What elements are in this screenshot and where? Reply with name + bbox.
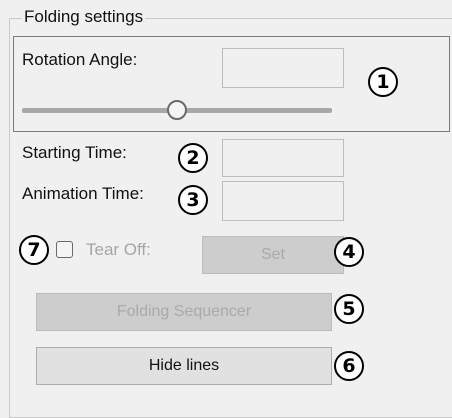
tear-off-label: Tear Off: <box>86 240 151 259</box>
rotation-angle-label: Rotation Angle: <box>22 50 138 69</box>
starting-time-input[interactable] <box>222 139 344 177</box>
callout-badge: 4 <box>334 237 364 267</box>
hide-lines-button[interactable]: Hide lines <box>36 347 332 385</box>
rotation-slider-thumb[interactable] <box>167 100 187 120</box>
callout-badge: 6 <box>334 351 364 381</box>
callout-badge: 3 <box>178 185 208 215</box>
set-button[interactable]: Set <box>202 236 344 274</box>
callout-badge: 2 <box>178 143 208 173</box>
group-title: Folding settings <box>22 6 146 28</box>
animation-time-input[interactable] <box>222 181 344 221</box>
folding-sequencer-button[interactable]: Folding Sequencer <box>36 293 332 331</box>
animation-time-label: Animation Time: <box>22 184 144 203</box>
tear-off-checkbox[interactable] <box>56 241 73 258</box>
callout-badge: 5 <box>334 294 364 324</box>
callout-badge: 7 <box>19 235 49 265</box>
starting-time-label: Starting Time: <box>22 143 127 162</box>
rotation-angle-input[interactable] <box>222 48 344 88</box>
callout-badge: 1 <box>368 67 398 97</box>
